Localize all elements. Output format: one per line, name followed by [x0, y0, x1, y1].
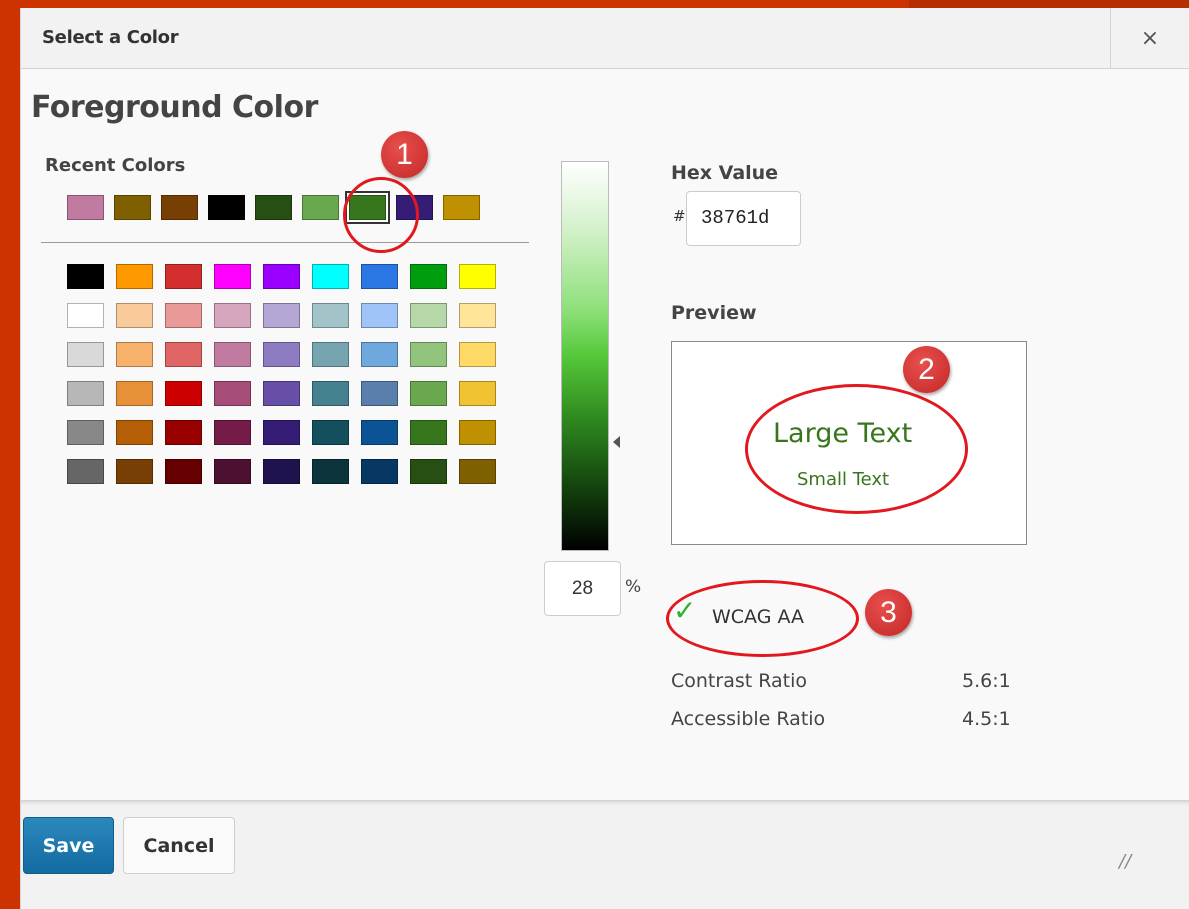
palette-color-swatch[interactable] [214, 342, 251, 367]
palette-color-swatch[interactable] [263, 459, 300, 484]
recent-color-swatch[interactable] [114, 195, 151, 220]
palette-color-swatch[interactable] [312, 303, 349, 328]
palette-color-swatch[interactable] [312, 264, 349, 289]
palette-color-swatch[interactable] [67, 264, 104, 289]
resize-grip-icon[interactable]: // [1119, 851, 1131, 872]
palette-color-swatch[interactable] [165, 381, 202, 406]
palette-color-swatch[interactable] [459, 303, 496, 328]
palette-color-swatch[interactable] [312, 381, 349, 406]
palette-color-swatch[interactable] [116, 264, 153, 289]
palette-color-swatch[interactable] [459, 342, 496, 367]
save-button[interactable]: Save [23, 817, 114, 874]
palette-color-swatch[interactable] [214, 303, 251, 328]
section-heading: Foreground Color [31, 90, 318, 125]
recent-color-swatch[interactable] [396, 195, 433, 220]
palette-color-swatch[interactable] [165, 420, 202, 445]
palette-color-swatch[interactable] [116, 420, 153, 445]
dialog-titlebar: Select a Color × [21, 8, 1189, 69]
palette-color-swatch[interactable] [116, 342, 153, 367]
checkmark-icon: ✓ [673, 594, 697, 627]
cancel-button[interactable]: Cancel [123, 817, 235, 874]
recent-color-swatch[interactable] [255, 195, 292, 220]
palette-color-swatch[interactable] [116, 381, 153, 406]
palette-color-swatch[interactable] [214, 420, 251, 445]
palette-color-swatch[interactable] [312, 459, 349, 484]
recent-color-swatch[interactable] [443, 195, 480, 220]
close-icon: × [1140, 25, 1160, 51]
palette-color-swatch[interactable] [67, 459, 104, 484]
preview-small-text: Small Text [797, 469, 890, 490]
palette-color-swatch[interactable] [214, 459, 251, 484]
preview-large-text: Large Text [773, 418, 913, 449]
contrast-ratio-value: 5.6:1 [962, 670, 1011, 692]
annotation-badge-1: 1 [381, 131, 428, 178]
palette-color-swatch[interactable] [361, 342, 398, 367]
palette-color-swatch[interactable] [361, 303, 398, 328]
percent-sign: % [625, 577, 642, 597]
palette-color-swatch[interactable] [214, 381, 251, 406]
palette-color-swatch[interactable] [67, 420, 104, 445]
annotation-badge-3: 3 [865, 589, 912, 636]
palette-color-swatch[interactable] [312, 420, 349, 445]
recent-colors-row [67, 193, 480, 222]
palette-color-swatch[interactable] [214, 264, 251, 289]
dialog-title: Select a Color [42, 27, 179, 48]
hex-value-input[interactable]: 38761d [686, 191, 801, 246]
palette-color-swatch[interactable] [459, 459, 496, 484]
contrast-ratio-label: Contrast Ratio [671, 670, 808, 692]
slider-handle-icon[interactable] [613, 436, 620, 448]
palette-color-swatch[interactable] [361, 420, 398, 445]
palette-color-swatch[interactable] [459, 264, 496, 289]
palette-color-swatch[interactable] [263, 342, 300, 367]
palette-color-swatch[interactable] [361, 381, 398, 406]
palette-color-swatch[interactable] [263, 420, 300, 445]
palette-color-swatch[interactable] [263, 381, 300, 406]
accessible-ratio-label: Accessible Ratio [671, 708, 826, 730]
close-button[interactable]: × [1110, 8, 1189, 68]
recent-color-swatch[interactable] [347, 193, 388, 222]
hex-value-label: Hex Value [671, 162, 779, 184]
palette-color-swatch[interactable] [410, 342, 447, 367]
palette-color-swatch[interactable] [410, 459, 447, 484]
palette-color-swatch[interactable] [263, 303, 300, 328]
palette-color-swatch[interactable] [165, 303, 202, 328]
recent-color-swatch[interactable] [67, 195, 104, 220]
palette-color-swatch[interactable] [165, 459, 202, 484]
top-accent-strip [909, 0, 1189, 8]
palette-color-swatch[interactable] [361, 459, 398, 484]
palette-color-swatch[interactable] [410, 264, 447, 289]
recent-color-swatch[interactable] [161, 195, 198, 220]
palette-color-swatch[interactable] [410, 303, 447, 328]
palette-color-swatch[interactable] [459, 381, 496, 406]
palette-color-swatch[interactable] [67, 381, 104, 406]
palette-color-swatch[interactable] [361, 264, 398, 289]
divider [41, 242, 529, 243]
palette-color-swatch[interactable] [263, 264, 300, 289]
palette-color-swatch[interactable] [116, 303, 153, 328]
palette-color-swatch[interactable] [410, 381, 447, 406]
palette-color-swatch[interactable] [165, 264, 202, 289]
recent-color-swatch[interactable] [208, 195, 245, 220]
recent-colors-label: Recent Colors [45, 155, 186, 176]
lightness-input[interactable]: 28 [544, 561, 621, 616]
palette-color-swatch[interactable] [67, 303, 104, 328]
palette-color-swatch[interactable] [410, 420, 447, 445]
recent-color-swatch[interactable] [302, 195, 339, 220]
palette-color-swatch[interactable] [312, 342, 349, 367]
color-palette-grid [67, 264, 496, 484]
palette-color-swatch[interactable] [67, 342, 104, 367]
accessible-ratio-value: 4.5:1 [962, 708, 1011, 730]
preview-label: Preview [671, 302, 757, 324]
palette-color-swatch[interactable] [165, 342, 202, 367]
palette-color-swatch[interactable] [116, 459, 153, 484]
lightness-slider[interactable] [561, 161, 609, 551]
annotation-badge-2: 2 [903, 346, 950, 393]
hash-prefix: # [673, 207, 686, 225]
palette-color-swatch[interactable] [459, 420, 496, 445]
wcag-status: WCAG AA [712, 606, 805, 628]
